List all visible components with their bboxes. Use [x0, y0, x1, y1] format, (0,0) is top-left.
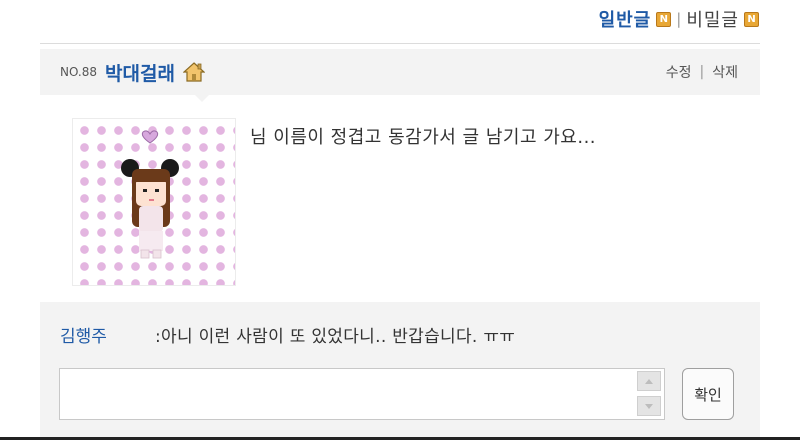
comment-author[interactable]: 김행주: [60, 322, 155, 347]
actions-divider: |: [699, 64, 705, 80]
arrow-up-icon: [645, 378, 653, 384]
home-icon[interactable]: [182, 62, 205, 82]
confirm-button[interactable]: 확인: [682, 368, 734, 420]
arrow-down-icon: [645, 403, 653, 409]
comment-text: :아니 이런 사람이 또 있었다니.. 반갑습니다. ㅠㅠ: [155, 327, 516, 347]
new-badge-icon: N: [744, 11, 759, 27]
tab-separator: |: [676, 10, 682, 28]
avatar: [72, 118, 236, 286]
pixel-avatar-icon: [121, 130, 179, 259]
scroll-down-button[interactable]: [637, 396, 661, 416]
reply-input[interactable]: [59, 368, 665, 420]
board-tabs: 일반글 N | 비밀글 N: [599, 6, 764, 32]
new-badge-icon: N: [656, 11, 672, 27]
post-author[interactable]: 박대걸래: [105, 59, 175, 86]
tab-general[interactable]: 일반글: [599, 6, 652, 32]
comment-item: 김행주 :아니 이런 사람이 또 있었다니.. 반갑습니다. ㅠㅠ: [60, 322, 515, 347]
delete-link[interactable]: 삭제: [712, 62, 738, 82]
post-content: 님 이름이 정겹고 동감가서 글 남기고 가요...: [250, 127, 597, 148]
scroll-up-button[interactable]: [637, 371, 661, 391]
header-notch: [195, 95, 209, 102]
divider: [40, 43, 760, 44]
post-actions: 수정 | 삭제: [666, 62, 738, 82]
reply-scrollbar[interactable]: [635, 370, 663, 418]
post-number: NO.88: [60, 65, 98, 79]
comment-section: 김행주 :아니 이런 사람이 또 있었다니.. 반갑습니다. ㅠㅠ 확인: [40, 302, 760, 440]
tab-secret[interactable]: 비밀글: [686, 6, 739, 32]
edit-link[interactable]: 수정: [666, 62, 692, 82]
post-header: NO.88 박대걸래 수정 | 삭제: [40, 49, 760, 95]
